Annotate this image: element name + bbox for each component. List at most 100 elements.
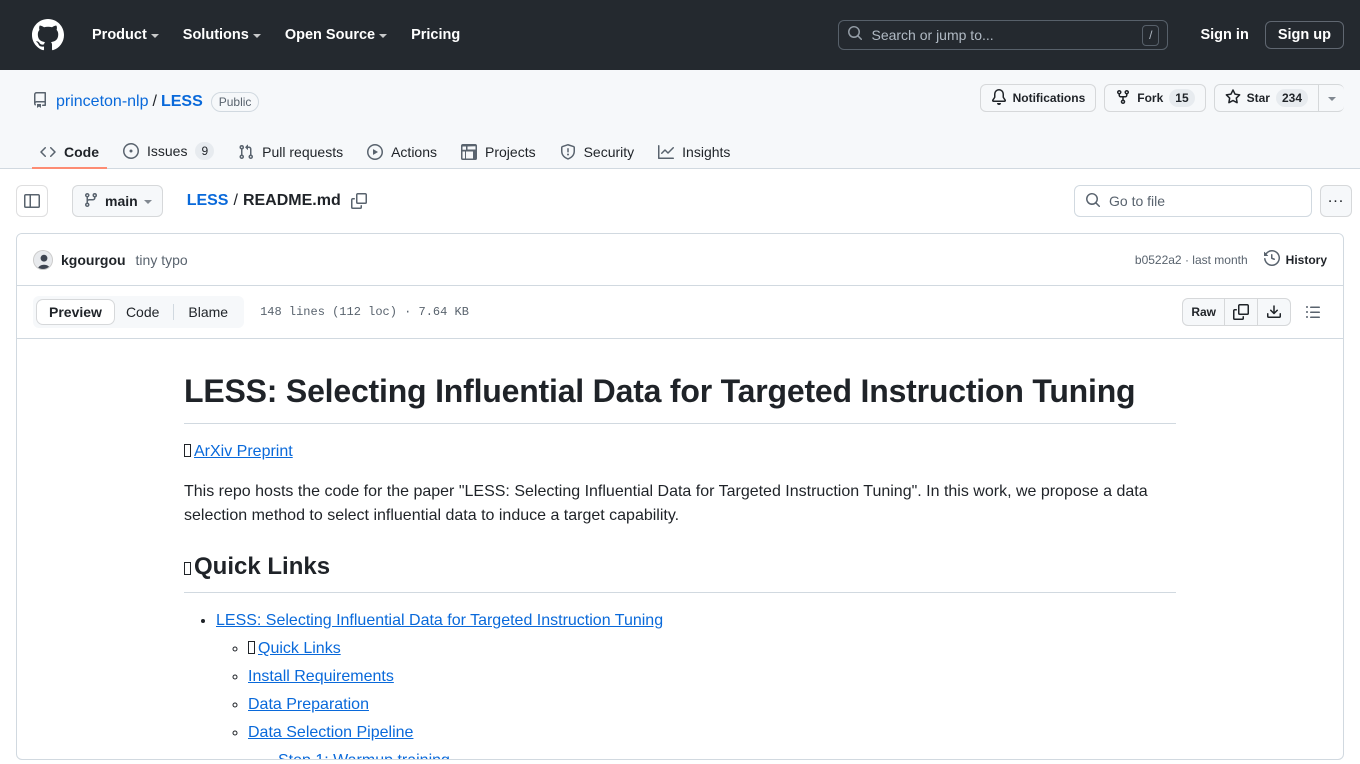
star-dropdown-button[interactable]	[1318, 84, 1344, 112]
github-mark-icon[interactable]	[32, 19, 64, 51]
tab-security[interactable]: Security	[552, 137, 643, 169]
nav-item-open-source[interactable]: Open Source	[273, 19, 399, 51]
file-nav-right-controls: Go to file ...	[1074, 185, 1352, 217]
nav-item-pricing[interactable]: Pricing	[399, 19, 472, 51]
git-pull-request-icon	[238, 144, 254, 160]
toc-link-data-preparation[interactable]: Data Preparation	[248, 696, 369, 713]
chevron-down-icon	[252, 34, 261, 38]
shield-icon	[560, 144, 576, 160]
fork-label: Fork	[1137, 91, 1164, 105]
commit-meta: b0522a2 · last month	[1135, 253, 1248, 267]
repository-header: princeton-nlp / LESS Public Notification…	[0, 70, 1360, 169]
tab-projects[interactable]: Projects	[453, 137, 544, 169]
tab-issues-label: Issues	[147, 143, 188, 159]
list-unordered-icon[interactable]	[1299, 298, 1327, 326]
breadcrumb: LESS / README.md	[187, 192, 367, 210]
global-header-right: Search or jump to... / Sign in Sign up	[838, 20, 1344, 50]
repository-actions: Notifications Fork 15 Star 234	[979, 84, 1344, 112]
branch-name: main	[105, 193, 138, 209]
file-size-meta: 148 lines (112 loc) · 7.64 KB	[260, 305, 469, 319]
commit-meta-group: b0522a2 · last month History	[1135, 249, 1327, 269]
breadcrumb-root-link[interactable]: LESS	[187, 192, 229, 210]
nav-item-product[interactable]: Product	[80, 19, 171, 51]
history-label: History	[1285, 252, 1327, 267]
toc-link-top[interactable]: LESS: Selecting Influential Data for Tar…	[216, 612, 663, 629]
list-item: Install Requirements	[248, 665, 1176, 689]
star-button[interactable]: Star 234	[1213, 84, 1318, 112]
chevron-down-icon	[379, 34, 388, 38]
tab-issues-count: 9	[195, 142, 215, 160]
tab-issues[interactable]: Issues 9	[115, 135, 222, 169]
commit-author[interactable]: kgourgou	[61, 252, 126, 268]
toc-link-install-requirements[interactable]: Install Requirements	[248, 668, 394, 685]
commit-hash[interactable]: b0522a2	[1135, 253, 1182, 267]
copy-icon[interactable]	[1225, 299, 1258, 325]
arxiv-preprint-link[interactable]: ArXiv Preprint	[194, 443, 293, 460]
star-icon	[1225, 88, 1241, 108]
go-to-file-placeholder: Go to file	[1109, 193, 1166, 209]
list-item: Step 1: Warmup training	[278, 749, 1176, 759]
fork-button[interactable]: Fork 15	[1104, 84, 1206, 112]
notifications-button[interactable]: Notifications	[979, 84, 1097, 112]
search-shortcut-badge: /	[1142, 24, 1160, 46]
history-link[interactable]: History	[1263, 249, 1327, 269]
table-icon	[461, 144, 478, 160]
search-icon	[1085, 192, 1101, 211]
readme-markdown-body: LESS: Selecting Influential Data for Tar…	[17, 339, 1343, 759]
breadcrumb-current-file: README.md	[242, 192, 341, 209]
tab-pull-requests[interactable]: Pull requests	[230, 137, 351, 169]
view-blame-button[interactable]: Blame	[176, 300, 240, 324]
avatar[interactable]	[33, 249, 53, 270]
file-view-segmented-control: Preview Code Blame	[33, 296, 245, 328]
segment-divider	[173, 304, 175, 320]
arxiv-link-paragraph: ArXiv Preprint	[184, 440, 1176, 464]
download-icon[interactable]	[1258, 299, 1290, 325]
tab-projects-label: Projects	[485, 144, 536, 160]
repo-owner-link[interactable]: princeton-nlp	[56, 93, 149, 111]
tab-insights[interactable]: Insights	[650, 137, 738, 169]
missing-glyph-icon	[184, 562, 191, 575]
nav-item-solutions[interactable]: Solutions	[171, 19, 273, 51]
quick-links-heading-label: Quick Links	[194, 553, 331, 580]
branch-selector[interactable]: main	[72, 185, 163, 217]
tab-actions[interactable]: Actions	[359, 137, 445, 169]
view-preview-button[interactable]: Preview	[37, 300, 114, 324]
git-branch-icon	[83, 192, 99, 211]
breadcrumb-separator: /	[233, 192, 238, 209]
toc-link-step-1-warmup-training[interactable]: Step 1: Warmup training	[278, 752, 450, 759]
sign-up-button[interactable]: Sign up	[1264, 21, 1344, 49]
star-label: Star	[1246, 91, 1270, 105]
nav-item-product-label: Product	[92, 27, 147, 43]
repo-forked-icon	[1115, 89, 1131, 108]
tab-code[interactable]: Code	[32, 137, 107, 169]
commit-separator: ·	[1184, 252, 1189, 267]
tab-pull-requests-label: Pull requests	[262, 144, 344, 160]
commit-time: last month	[1192, 252, 1248, 267]
view-code-button[interactable]: Code	[114, 300, 171, 324]
repo-name-link[interactable]: LESS	[161, 93, 203, 111]
tab-actions-label: Actions	[391, 144, 438, 160]
search-input[interactable]: Search or jump to... /	[838, 20, 1169, 50]
bell-icon	[991, 88, 1007, 108]
copy-path-icon[interactable]	[350, 193, 367, 209]
code-icon	[40, 144, 56, 160]
toc-link-quick-links[interactable]: Quick Links	[248, 640, 341, 657]
raw-button[interactable]: Raw	[1183, 299, 1225, 325]
file-toolbar-actions: Raw	[1182, 298, 1327, 326]
go-to-file-input[interactable]: Go to file	[1074, 185, 1312, 217]
missing-glyph-icon	[248, 641, 255, 654]
star-button-group: Star 234	[1213, 84, 1344, 112]
chevron-down-icon	[150, 34, 159, 38]
toc-link-data-selection-pipeline[interactable]: Data Selection Pipeline	[248, 724, 413, 741]
commit-message[interactable]: tiny typo	[136, 252, 188, 268]
global-header: Product Solutions Open Source Pricing Se…	[0, 0, 1360, 70]
repo-separator: /	[152, 93, 157, 110]
missing-glyph-icon	[184, 444, 191, 457]
nav-item-pricing-label: Pricing	[411, 27, 461, 43]
notifications-label: Notifications	[1012, 91, 1086, 105]
history-clock-icon	[1263, 249, 1280, 269]
sidebar-expand-icon[interactable]	[16, 185, 48, 217]
kebab-horizontal-icon[interactable]: ...	[1320, 185, 1352, 217]
sign-in-button[interactable]: Sign in	[1184, 21, 1264, 49]
toc-link-quick-links-label: Quick Links	[258, 640, 341, 657]
